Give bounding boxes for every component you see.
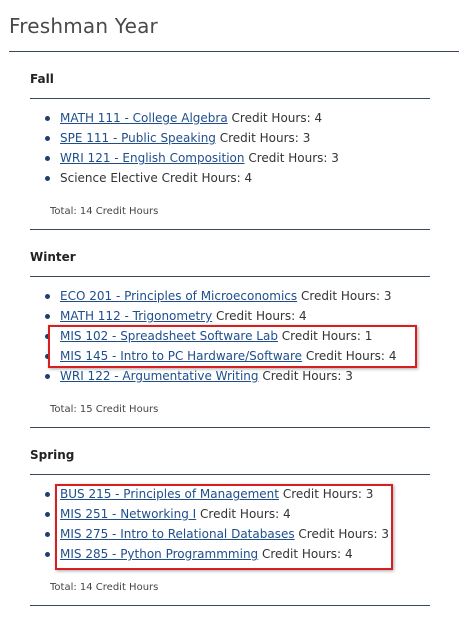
credit-hours-label: Credit Hours: — [219, 131, 299, 145]
list-item: MIS 251 - Networking I Credit Hours: 4 — [30, 504, 389, 524]
bullet-icon — [45, 294, 50, 299]
term-total: Total: 15 Credit Hours — [50, 404, 159, 415]
bullet-icon — [45, 512, 50, 517]
course-link[interactable]: BUS 215 - Principles of Management — [60, 487, 279, 501]
credit-hours-label: Credit Hours: — [262, 369, 342, 383]
term-divider — [30, 605, 430, 606]
course-link[interactable]: ECO 201 - Principles of Microeconomics — [60, 289, 297, 303]
bullet-icon — [45, 156, 50, 161]
bullet-icon — [45, 314, 50, 319]
credit-hours-label: Credit Hours: — [300, 289, 381, 303]
credit-hours-value: 1 — [364, 329, 373, 343]
term-heading: Spring — [30, 448, 75, 462]
list-item: MATH 111 - College Algebra Credit Hours:… — [30, 108, 339, 128]
bullet-icon — [45, 552, 50, 557]
bullet-icon — [45, 374, 50, 379]
bullet-icon — [45, 334, 50, 339]
list-item: MATH 112 - Trigonometry Credit Hours: 4 — [30, 306, 396, 326]
term-total: Total: 14 Credit Hours — [50, 206, 159, 217]
credit-hours-label: Credit Hours: — [305, 349, 385, 363]
credit-hours-label: Credit Hours: — [200, 507, 280, 521]
list-item: WRI 121 - English Composition Credit Hou… — [30, 148, 339, 168]
term-divider — [30, 98, 430, 99]
term-divider — [30, 474, 430, 475]
course-link[interactable]: MIS 102 - Spreadsheet Software Lab — [60, 329, 278, 343]
list-item: MIS 102 - Spreadsheet Software Lab Credi… — [30, 326, 396, 346]
page-title: Freshman Year — [9, 14, 158, 38]
credit-hours-value: 3 — [381, 527, 389, 541]
credit-hours-value: 4 — [344, 547, 353, 561]
bullet-icon — [45, 136, 50, 141]
term-divider — [30, 427, 430, 428]
bullet-icon — [45, 532, 50, 537]
list-item: ECO 201 - Principles of Microeconomics C… — [30, 286, 396, 306]
list-item: WRI 122 - Argumentative Writing Credit H… — [30, 366, 396, 386]
bullet-icon — [45, 354, 50, 359]
credit-hours-label: Credit Hours: — [281, 329, 361, 343]
credit-hours-label: Credit Hours: — [282, 487, 362, 501]
credit-hours-value: 3 — [365, 487, 374, 501]
course-link[interactable]: SPE 111 - Public Speaking — [60, 131, 216, 145]
term-heading: Fall — [30, 72, 54, 86]
credit-hours-label: Credit Hours: — [262, 547, 342, 561]
course-link[interactable]: MIS 285 - Python Programmming — [60, 547, 258, 561]
list-item: SPE 111 - Public Speaking Credit Hours: … — [30, 128, 339, 148]
credit-hours-label: Credit Hours: — [216, 309, 296, 323]
credit-hours-value: 3 — [345, 369, 353, 383]
credit-hours-label: Credit Hours: — [248, 151, 328, 165]
list-item: MIS 275 - Intro to Relational Databases … — [30, 524, 389, 544]
bullet-icon — [45, 116, 50, 121]
term-divider — [30, 276, 430, 277]
credit-hours-value: 4 — [244, 171, 253, 185]
course-text: Science Elective — [60, 171, 158, 185]
term-heading: Winter — [30, 250, 76, 264]
credit-hours-value: 4 — [282, 507, 291, 521]
course-link[interactable]: WRI 122 - Argumentative Writing — [60, 369, 259, 383]
title-divider — [9, 51, 459, 52]
credit-hours-value: 3 — [331, 151, 339, 165]
credit-hours-value: 4 — [314, 111, 323, 125]
list-item: MIS 285 - Python Programmming Credit Hou… — [30, 544, 389, 564]
course-list: ECO 201 - Principles of Microeconomics C… — [30, 286, 396, 386]
credit-hours-value: 3 — [302, 131, 311, 145]
list-item: Science Elective Credit Hours: 4 — [30, 168, 339, 188]
course-link[interactable]: MATH 111 - College Algebra — [60, 111, 228, 125]
credit-hours-value: 4 — [388, 349, 397, 363]
course-link[interactable]: MIS 275 - Intro to Relational Databases — [60, 527, 295, 541]
credit-hours-label: Credit Hours: — [298, 527, 378, 541]
course-link[interactable]: WRI 121 - English Composition — [60, 151, 245, 165]
term-divider — [30, 229, 430, 230]
credit-hours-label: Credit Hours: — [161, 171, 241, 185]
course-link[interactable]: MIS 145 - Intro to PC Hardware/Software — [60, 349, 302, 363]
course-list: BUS 215 - Principles of Management Credi… — [30, 484, 389, 564]
bullet-icon — [45, 492, 50, 497]
list-item: BUS 215 - Principles of Management Credi… — [30, 484, 389, 504]
credit-hours-value: 4 — [298, 309, 307, 323]
course-link[interactable]: MATH 112 - Trigonometry — [60, 309, 212, 323]
course-list: MATH 111 - College Algebra Credit Hours:… — [30, 108, 339, 188]
term-total: Total: 14 Credit Hours — [50, 582, 159, 593]
credit-hours-label: Credit Hours: — [231, 111, 311, 125]
credit-hours-value: 3 — [383, 289, 392, 303]
list-item: MIS 145 - Intro to PC Hardware/Software … — [30, 346, 396, 366]
bullet-icon — [45, 176, 50, 181]
course-link[interactable]: MIS 251 - Networking I — [60, 507, 196, 521]
